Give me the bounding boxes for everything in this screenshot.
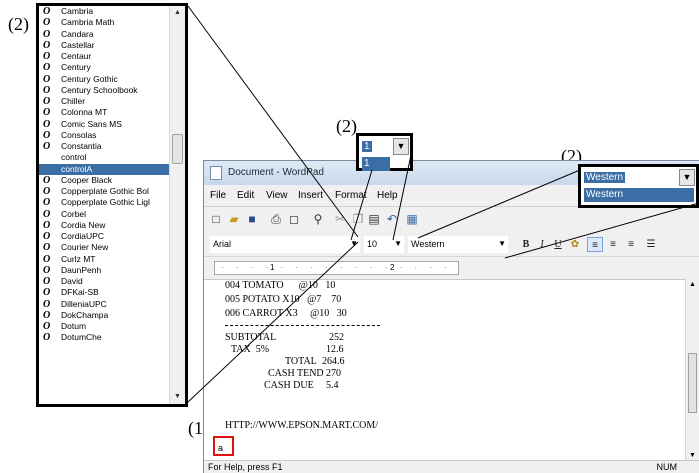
- leader-line: [417, 169, 581, 239]
- leader-line: [504, 202, 699, 259]
- callout-leader-lines: [187, 5, 699, 403]
- leader-line: [350, 169, 373, 241]
- leader-line: [392, 154, 412, 241]
- leader-line: [187, 241, 359, 403]
- leader-line: [187, 5, 359, 238]
